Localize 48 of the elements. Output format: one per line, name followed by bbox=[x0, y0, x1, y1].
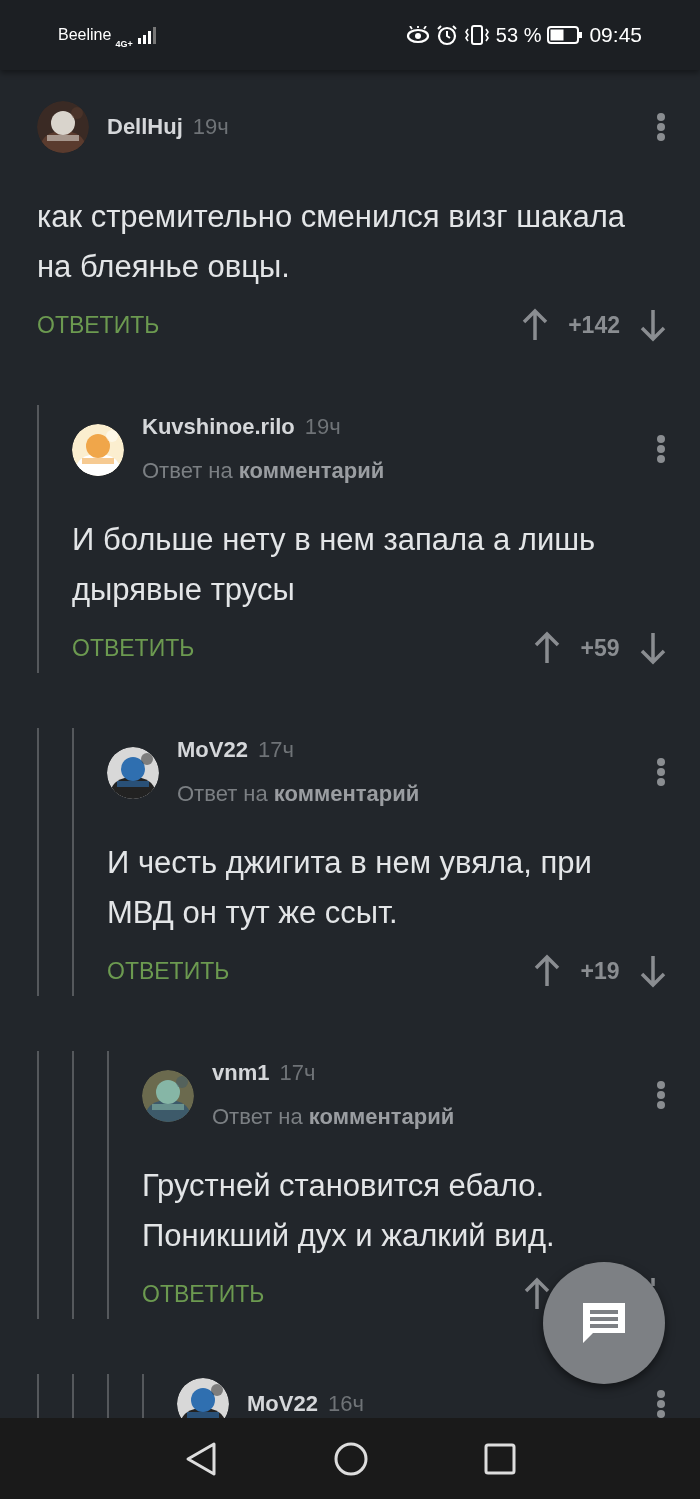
comment-text: как стремительно сменился визг шакала на блеянье овцы. bbox=[37, 198, 627, 286]
author-name[interactable]: MoV22 bbox=[247, 1391, 318, 1417]
downvote-icon[interactable] bbox=[640, 954, 666, 988]
more-options-icon[interactable] bbox=[656, 757, 666, 787]
back-icon[interactable] bbox=[184, 1440, 218, 1477]
comment-time: 17ч bbox=[257, 737, 294, 763]
eye-icon bbox=[405, 26, 430, 44]
upvote-icon[interactable] bbox=[534, 954, 560, 988]
rating: +59 bbox=[580, 634, 620, 662]
reply-button[interactable]: ОТВЕТИТЬ bbox=[107, 957, 230, 985]
author-name[interactable]: DellHuj bbox=[107, 114, 183, 140]
comment-time: 19ч bbox=[304, 414, 341, 440]
vibrate-icon bbox=[463, 24, 490, 46]
comment-text: И больше нету в нем запала а лишь дырявые трусы bbox=[72, 521, 597, 609]
battery-icon bbox=[547, 25, 584, 45]
more-options-icon[interactable] bbox=[656, 1389, 666, 1418]
more-options-icon[interactable] bbox=[656, 1080, 666, 1110]
author-name[interactable]: MoV22 bbox=[177, 737, 248, 763]
battery-percent: 53 % bbox=[495, 23, 542, 47]
more-options-icon[interactable] bbox=[656, 112, 666, 142]
comment-time: 16ч bbox=[327, 1391, 364, 1417]
reply-to-note: Ответ на комментарий bbox=[212, 1103, 456, 1131]
upvote-icon[interactable] bbox=[524, 1277, 550, 1311]
comment-time: 19ч bbox=[192, 114, 229, 140]
comment-time: 17ч bbox=[279, 1060, 316, 1086]
upvote-icon[interactable] bbox=[534, 631, 560, 665]
comment-text: Грустней становится ебало. Поникший дух и жалкий вид. bbox=[142, 1167, 556, 1255]
rating: +142 bbox=[568, 311, 620, 339]
comment-text: И честь джигита в нем увяла, при МВД он тут же ссыт. bbox=[107, 844, 593, 932]
author-name[interactable]: vnm1 bbox=[212, 1060, 270, 1086]
author-name[interactable]: Kuvshinoe.rilo bbox=[142, 414, 295, 440]
alarm-icon bbox=[435, 24, 458, 46]
reply-button[interactable]: ОТВЕТИТЬ bbox=[37, 311, 160, 339]
reply-to-note: Ответ на комментарий bbox=[177, 780, 421, 808]
signal-icon bbox=[136, 26, 159, 44]
downvote-icon[interactable] bbox=[640, 631, 666, 665]
reply-to-note: Ответ на комментарий bbox=[142, 457, 386, 485]
reply-button[interactable]: ОТВЕТИТЬ bbox=[72, 634, 195, 662]
clock: 09:45 bbox=[589, 23, 642, 47]
more-options-icon[interactable] bbox=[656, 434, 666, 464]
home-icon[interactable] bbox=[333, 1440, 369, 1477]
reply-button[interactable]: ОТВЕТИТЬ bbox=[142, 1280, 265, 1308]
carrier-name: Beeline bbox=[58, 26, 112, 44]
recent-apps-icon[interactable] bbox=[484, 1442, 516, 1475]
rating: +19 bbox=[580, 957, 620, 985]
network-type: 4G+ bbox=[115, 39, 133, 49]
downvote-icon[interactable] bbox=[640, 308, 666, 342]
upvote-icon[interactable] bbox=[522, 308, 549, 342]
